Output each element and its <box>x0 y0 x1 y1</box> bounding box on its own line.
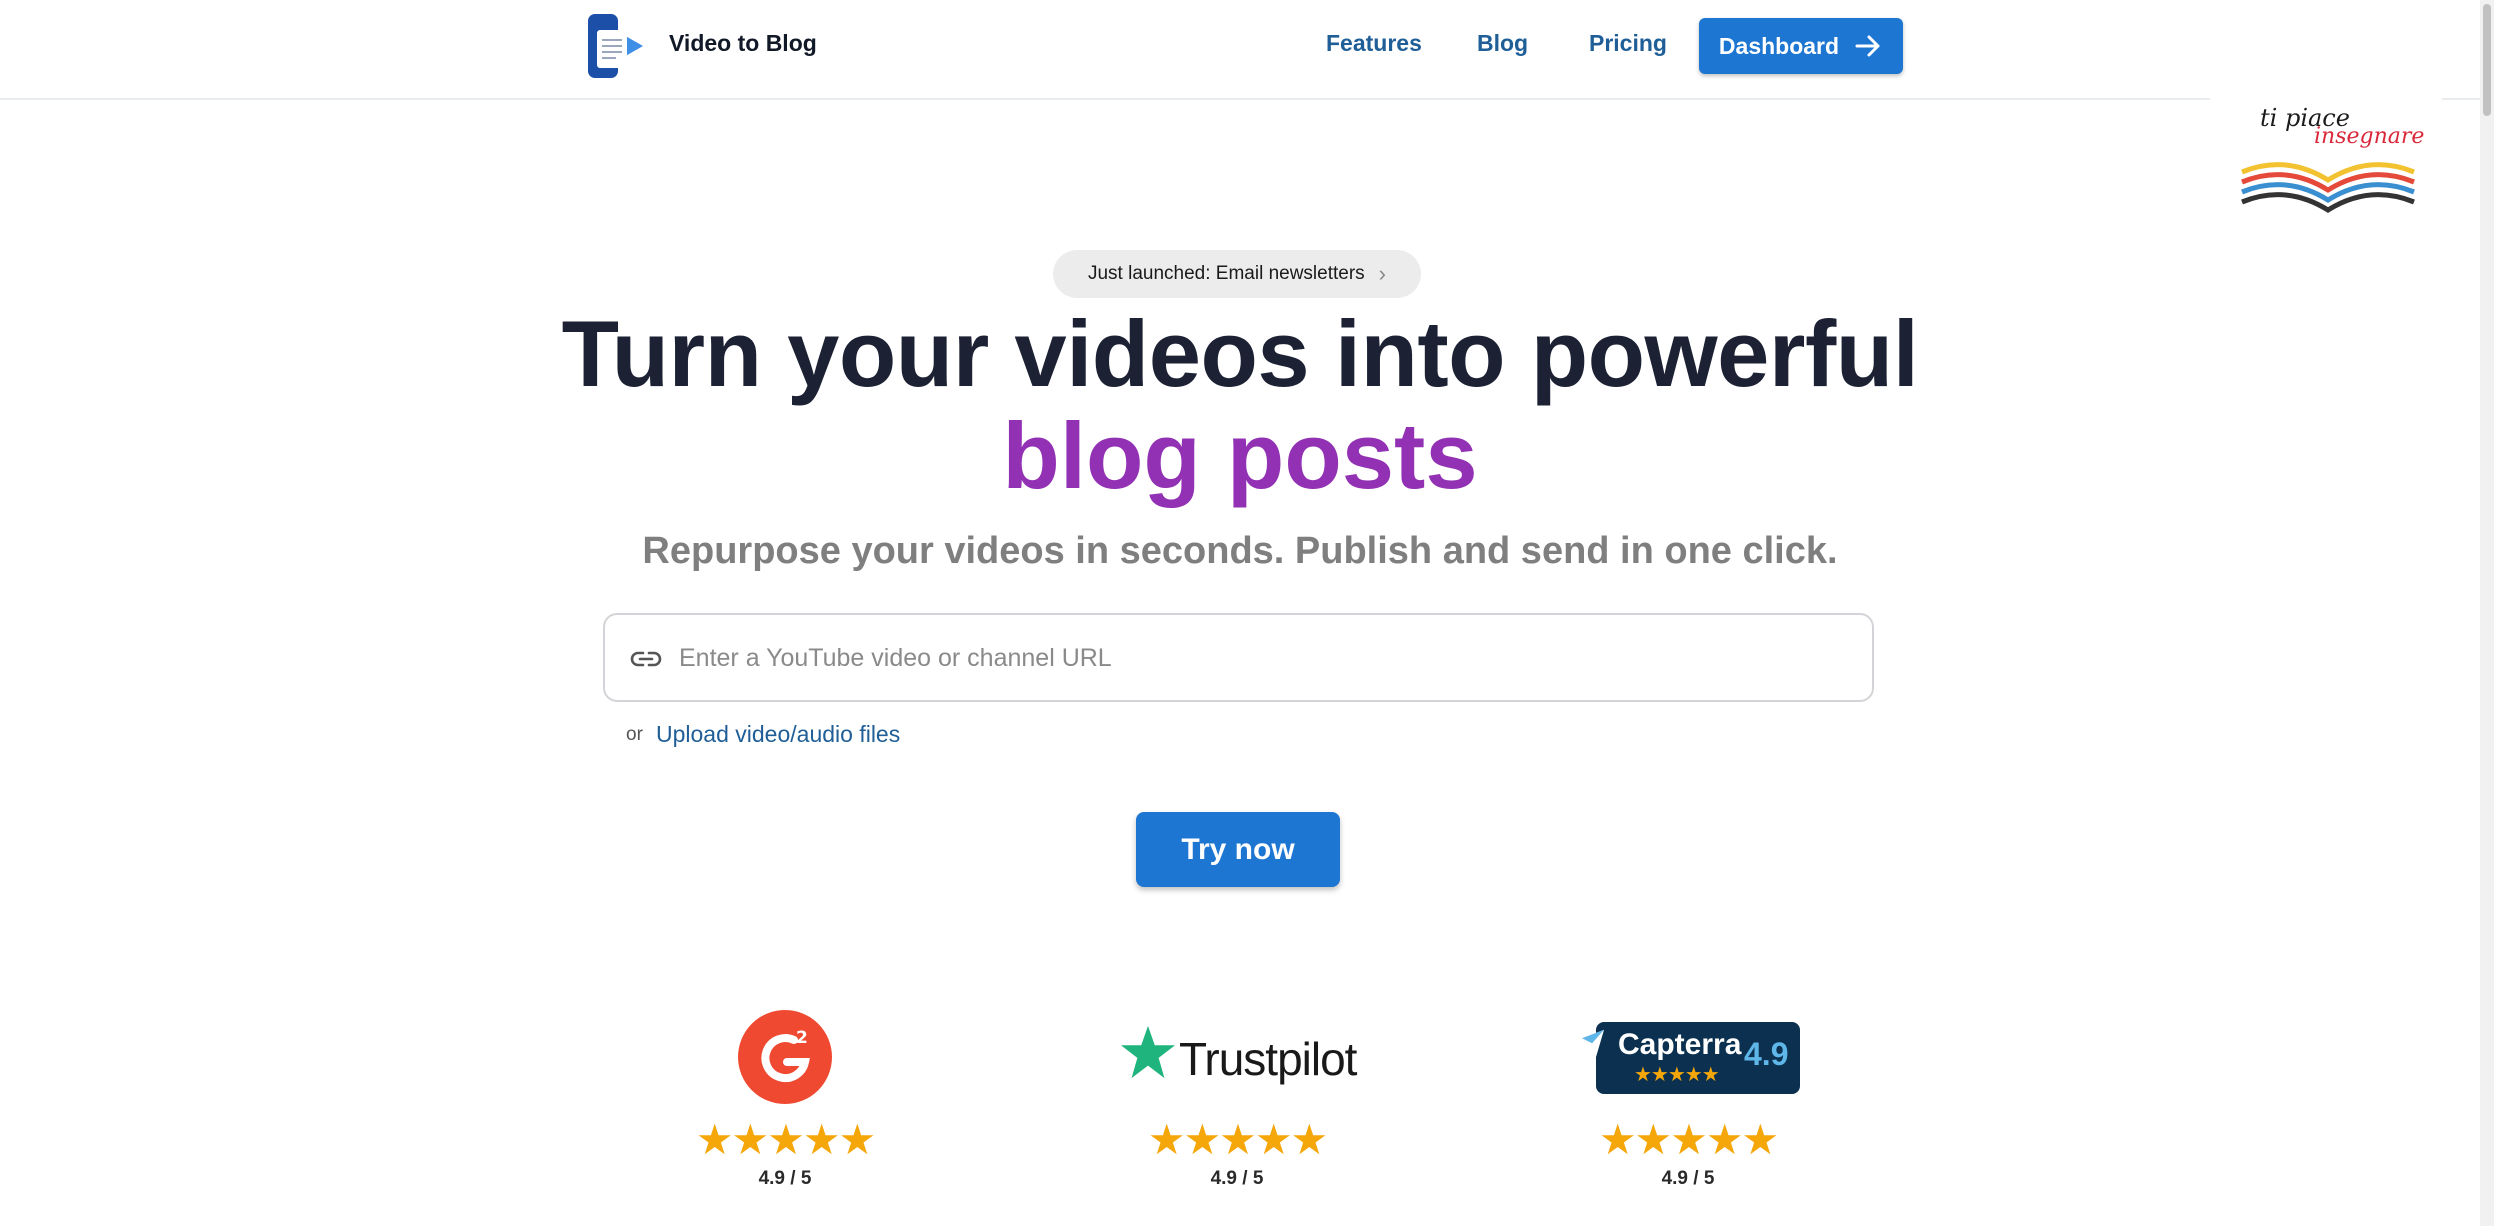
trustpilot-wordmark: Trustpilot <box>1179 1033 1357 1085</box>
open-book-icon <box>2241 162 2415 213</box>
brand-name[interactable]: Video to Blog <box>669 30 817 57</box>
hero-headline: Turn your videos into powerful <box>561 301 1919 406</box>
star-icon: ★★★★★ <box>1147 1116 1328 1163</box>
capterra-score: 4.9 / 5 <box>1661 1168 1715 1189</box>
url-input-container[interactable] <box>603 613 1874 702</box>
star-icon: ★★★★★ <box>1598 1116 1779 1163</box>
capterra-badge-score: 4.9 <box>1744 1036 1789 1072</box>
announcement-text: Just launched: Email newsletters <box>1087 263 1365 284</box>
announcement-badge[interactable]: Just launched: Email newsletters › <box>1053 250 1421 298</box>
page-scrollbar[interactable] <box>2480 0 2494 1226</box>
site-header: Video to Blog Features Blog Pricing Dash… <box>0 0 2480 100</box>
document-play-logo-icon[interactable] <box>585 12 653 80</box>
nav-pricing-link[interactable]: Pricing <box>1589 30 1667 57</box>
arrow-right-icon <box>1855 35 1880 57</box>
capterra-wordmark: Capterra <box>1618 1028 1742 1061</box>
svg-text:2: 2 <box>796 1028 808 1048</box>
g2-logo-icon: 2 <box>738 1010 832 1104</box>
star-icon: ★★★★★ <box>695 1116 876 1163</box>
nav-features-link[interactable]: Features <box>1326 30 1422 57</box>
youtube-url-input[interactable] <box>677 633 1851 683</box>
trustpilot-star-icon <box>1120 1025 1176 1079</box>
link-icon <box>630 651 662 667</box>
g2-score: 4.9 / 5 <box>758 1168 812 1189</box>
dashboard-button-label: Dashboard <box>1718 32 1840 59</box>
try-now-button[interactable]: Try now <box>1136 812 1340 887</box>
overlay-logo-text-2: insegnare <box>2314 124 2425 149</box>
trustpilot-score: 4.9 / 5 <box>1210 1168 1264 1189</box>
capterra-badge-stars: ★★★★★ <box>1634 1064 1720 1086</box>
dashboard-button[interactable]: Dashboard <box>1699 18 1903 74</box>
trustpilot-logo: Trustpilot <box>1117 1024 1357 1085</box>
hero-headline-highlight: blog posts <box>1002 403 1478 508</box>
chevron-right-icon: › <box>1378 261 1386 286</box>
scrollbar-thumb[interactable] <box>2483 4 2491 116</box>
upload-files-link[interactable]: Upload video/audio files <box>656 721 900 748</box>
nav-blog-link[interactable]: Blog <box>1477 30 1528 57</box>
hero-subheadline: Repurpose your videos in seconds. Publis… <box>642 530 1838 572</box>
capterra-flag-icon <box>1581 1029 1605 1059</box>
or-label: or <box>626 724 643 745</box>
capterra-badge: Capterra 4.9 ★★★★★ <box>1581 1022 1800 1094</box>
ti-piace-insegnare-logo: ti piace insegnare <box>2210 98 2442 218</box>
